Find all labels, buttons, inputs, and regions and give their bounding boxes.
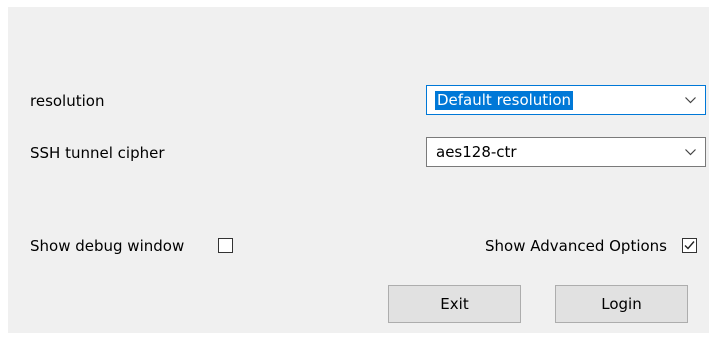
resolution-label: resolution <box>30 92 105 110</box>
advanced-options-label: Show Advanced Options <box>485 237 667 255</box>
cipher-label: SSH tunnel cipher <box>30 144 165 162</box>
resolution-dropdown[interactable]: Default resolution <box>426 85 706 115</box>
resolution-value: Default resolution <box>435 91 574 110</box>
debug-window-checkbox[interactable] <box>218 238 233 253</box>
login-button[interactable]: Login <box>555 285 688 323</box>
cipher-value: aes128-ctr <box>436 143 517 161</box>
exit-button[interactable]: Exit <box>388 285 521 323</box>
advanced-options-checkbox[interactable] <box>682 238 697 253</box>
debug-window-label: Show debug window <box>30 237 185 255</box>
cipher-dropdown[interactable]: aes128-ctr <box>426 137 706 167</box>
checkmark-icon <box>684 241 695 250</box>
chevron-down-icon <box>685 149 696 156</box>
chevron-down-icon <box>685 97 696 104</box>
